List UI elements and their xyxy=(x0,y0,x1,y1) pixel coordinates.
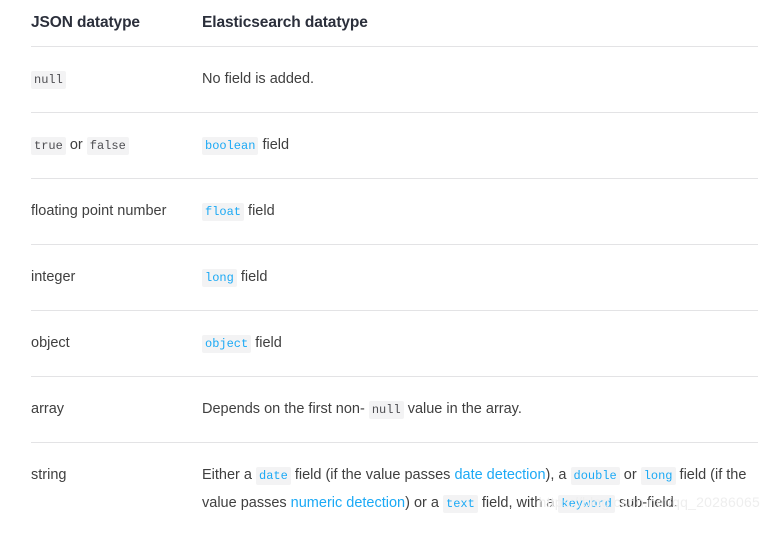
es-description-text: field xyxy=(258,137,289,153)
code-long: long xyxy=(202,269,237,287)
cell-json-datatype: null xyxy=(31,47,202,113)
json-separator-text: or xyxy=(66,137,87,153)
page-root: JSON datatype Elasticsearch datatype nul… xyxy=(0,0,769,516)
json-datatype-label: string xyxy=(31,467,66,483)
table-row: object object field xyxy=(31,311,758,377)
cell-elasticsearch-datatype: object field xyxy=(202,311,758,377)
cell-elasticsearch-datatype: long field xyxy=(202,245,758,311)
json-to-elasticsearch-datatype-table: JSON datatype Elasticsearch datatype nul… xyxy=(31,14,758,536)
table-row: array Depends on the first non- null val… xyxy=(31,377,758,443)
es-text-segment: ), a xyxy=(546,467,571,483)
es-text-segment: field (if the value passes xyxy=(291,467,455,483)
link-date-detection[interactable]: date detection xyxy=(454,467,545,483)
cell-json-datatype: object xyxy=(31,311,202,377)
es-description-suffix: value in the array. xyxy=(404,401,522,417)
cell-elasticsearch-datatype: Depends on the first non- null value in … xyxy=(202,377,758,443)
code-boolean: boolean xyxy=(202,137,258,155)
table-row: null No field is added. xyxy=(31,47,758,113)
cell-elasticsearch-datatype: boolean field xyxy=(202,113,758,179)
table-row: floating point number float field xyxy=(31,179,758,245)
code-true: true xyxy=(31,137,66,155)
es-description-text: field xyxy=(237,269,268,285)
column-header-elasticsearch-datatype: Elasticsearch datatype xyxy=(202,14,758,47)
es-description-text: field xyxy=(244,203,275,219)
table-row: true or false boolean field xyxy=(31,113,758,179)
json-datatype-label: floating point number xyxy=(31,203,166,219)
column-header-json-datatype: JSON datatype xyxy=(31,14,202,47)
cell-json-datatype: integer xyxy=(31,245,202,311)
cell-json-datatype: string xyxy=(31,443,202,536)
code-double: double xyxy=(571,467,620,485)
es-text-segment: ) or a xyxy=(405,495,443,511)
code-long: long xyxy=(641,467,676,485)
json-datatype-label: array xyxy=(31,401,64,417)
code-date: date xyxy=(256,467,291,485)
table-body: null No field is added. true or false bo… xyxy=(31,47,758,536)
es-text-segment: Either a xyxy=(202,467,256,483)
code-float: float xyxy=(202,203,244,221)
cell-elasticsearch-datatype: float field xyxy=(202,179,758,245)
table-row: integer long field xyxy=(31,245,758,311)
cell-json-datatype: array xyxy=(31,377,202,443)
es-description-text: field xyxy=(251,335,282,351)
cell-json-datatype: floating point number xyxy=(31,179,202,245)
es-text-segment: or xyxy=(620,467,641,483)
code-object: object xyxy=(202,335,251,353)
code-null: null xyxy=(369,401,404,419)
cell-json-datatype: true or false xyxy=(31,113,202,179)
json-datatype-label: object xyxy=(31,335,70,351)
code-text: text xyxy=(443,495,478,513)
cell-elasticsearch-datatype: No field is added. xyxy=(202,47,758,113)
table-header-row: JSON datatype Elasticsearch datatype xyxy=(31,14,758,47)
code-null: null xyxy=(31,71,66,89)
table-row: string Either a date field (if the value… xyxy=(31,443,758,536)
link-numeric-detection[interactable]: numeric detection xyxy=(291,495,405,511)
table-header: JSON datatype Elasticsearch datatype xyxy=(31,14,758,47)
code-false: false xyxy=(87,137,129,155)
watermark-url: https://blog.csdn.net/qq_20286065 xyxy=(539,494,760,510)
es-description-text: No field is added. xyxy=(202,71,314,87)
json-datatype-label: integer xyxy=(31,269,75,285)
es-description-prefix: Depends on the first non- xyxy=(202,401,365,417)
cell-elasticsearch-datatype: Either a date field (if the value passes… xyxy=(202,443,758,536)
